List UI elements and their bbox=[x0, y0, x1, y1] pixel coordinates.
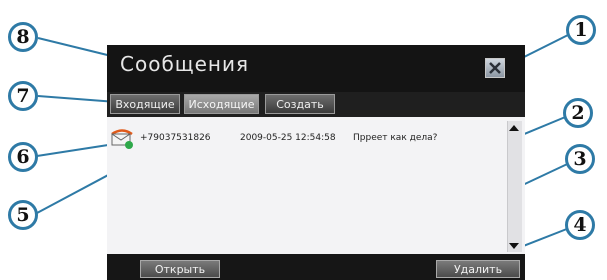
envelope-outgoing-icon bbox=[111, 129, 133, 149]
callout-1: 1 bbox=[566, 15, 596, 45]
tab-outbox[interactable]: Исходящие bbox=[184, 94, 259, 114]
callout-2: 2 bbox=[563, 98, 593, 128]
close-x-icon bbox=[489, 62, 501, 74]
window-title: Сообщения bbox=[120, 52, 250, 76]
callout-8: 8 bbox=[8, 22, 38, 52]
message-datetime: 2009-05-25 12:54:58 bbox=[240, 133, 336, 143]
tab-inbox[interactable]: Входящие bbox=[110, 94, 180, 114]
close-button[interactable] bbox=[485, 58, 505, 78]
open-button[interactable]: Открыть bbox=[140, 260, 220, 278]
callout-5: 5 bbox=[8, 200, 38, 230]
scroll-up-icon[interactable] bbox=[508, 123, 520, 133]
message-text: Прреет как дела? bbox=[353, 133, 438, 143]
create-button[interactable]: Создать bbox=[265, 94, 335, 114]
delete-button[interactable]: Удалить bbox=[436, 260, 520, 278]
callout-6: 6 bbox=[8, 142, 38, 172]
scrollbar[interactable] bbox=[507, 121, 522, 252]
message-number: +79037531826 bbox=[140, 133, 211, 143]
callout-7: 7 bbox=[8, 81, 38, 111]
scroll-down-icon[interactable] bbox=[508, 241, 520, 251]
callout-3: 3 bbox=[565, 144, 595, 174]
callout-4: 4 bbox=[565, 210, 595, 240]
